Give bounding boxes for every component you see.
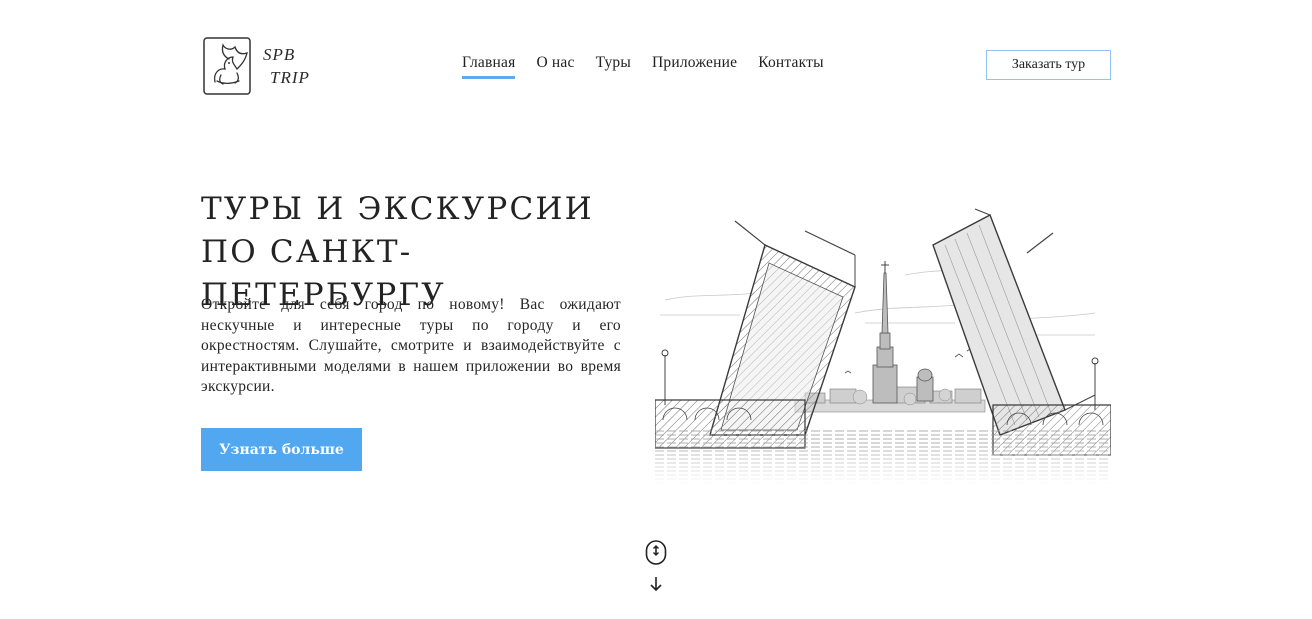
griffin-logo-icon (203, 37, 251, 95)
nav-item-app[interactable]: Приложение (652, 54, 737, 76)
learn-more-button[interactable]: Узнать больше (201, 428, 362, 471)
nav-item-home[interactable]: Главная (462, 54, 516, 79)
brand-line-2: TRIP (270, 68, 310, 87)
hero-description: Откройте для себя город по новому! Вас о… (201, 296, 621, 395)
logo[interactable]: SPB TRIP (201, 35, 321, 97)
arrow-down-icon[interactable] (649, 576, 663, 592)
brand-name: SPB TRIP (263, 43, 310, 89)
nav-item-contacts[interactable]: Контакты (758, 54, 824, 76)
scroll-mouse-icon[interactable] (645, 540, 667, 565)
order-tour-button[interactable]: Заказать тур (986, 50, 1111, 80)
nav-item-tours[interactable]: Туры (596, 54, 631, 76)
brand-line-1: SPB (263, 45, 296, 64)
main-nav: Главная О нас Туры Приложение Контакты (462, 54, 845, 79)
nav-item-about[interactable]: О нас (536, 54, 574, 76)
drawbridge-illustration-icon (655, 208, 1111, 485)
